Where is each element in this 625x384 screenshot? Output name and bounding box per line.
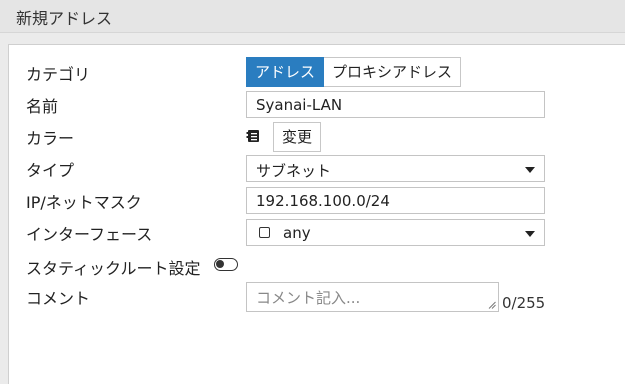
color-label: カラー [26, 129, 75, 148]
toggle-knob [216, 260, 224, 268]
chevron-down-icon [525, 231, 535, 237]
address-form-panel: カテゴリ アドレス プロキシアドレス 名前 Syanai-LAN カラー 変更 … [8, 44, 625, 384]
color-swatch-icon[interactable] [246, 129, 260, 143]
interface-label: インターフェース [26, 225, 153, 244]
ipmask-value: 192.168.100.0/24 [256, 192, 390, 210]
category-option-proxy-address[interactable]: プロキシアドレス [324, 57, 462, 87]
ipmask-label: IP/ネットマスク [26, 193, 142, 212]
interface-value: any [283, 224, 311, 242]
category-segmented-control: アドレス プロキシアドレス [246, 57, 462, 87]
header-bar: 新規アドレス [0, 0, 625, 33]
comment-placeholder: コメント記入... [256, 289, 361, 307]
chevron-down-icon [525, 167, 535, 173]
ipmask-input[interactable]: 192.168.100.0/24 [246, 187, 545, 214]
type-value: サブネット [256, 162, 332, 180]
change-color-button[interactable]: 変更 [273, 122, 322, 152]
resize-grip-icon[interactable] [488, 301, 496, 309]
comment-textarea[interactable]: コメント記入... [246, 282, 499, 312]
comment-label: コメント [26, 289, 91, 308]
page-title: 新規アドレス [16, 9, 113, 28]
category-label: カテゴリ [26, 65, 91, 84]
static-route-label: スタティックルート設定 [26, 259, 201, 278]
interface-select[interactable]: any [246, 219, 545, 246]
interface-icon [259, 227, 270, 238]
type-label: タイプ [26, 161, 75, 180]
name-input[interactable]: Syanai-LAN [246, 91, 545, 118]
category-option-address[interactable]: アドレス [246, 57, 325, 87]
comment-char-counter: 0/255 [502, 294, 546, 312]
type-select[interactable]: サブネット [246, 155, 545, 182]
name-label: 名前 [26, 97, 59, 116]
name-value: Syanai-LAN [256, 96, 343, 114]
static-route-toggle[interactable] [214, 258, 238, 271]
